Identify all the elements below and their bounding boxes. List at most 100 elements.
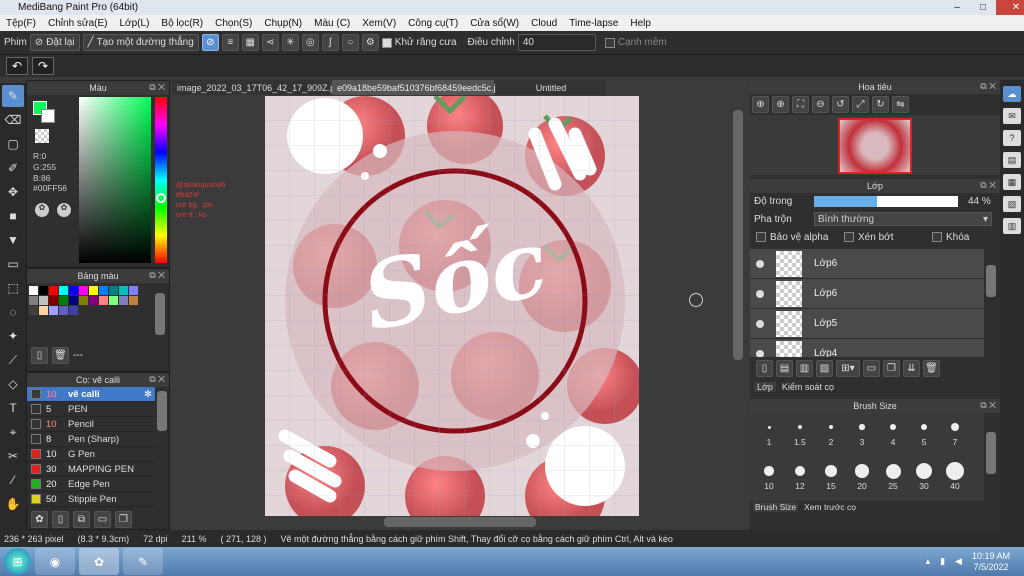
brush-item-pen[interactable]: 5 PEN: [27, 402, 155, 417]
visibility-icon[interactable]: [756, 259, 764, 268]
palette-swatch[interactable]: [49, 296, 58, 305]
lock-checkbox[interactable]: [932, 232, 942, 242]
opacity-slider[interactable]: [814, 196, 958, 207]
rect-tool-icon[interactable]: ▢: [2, 133, 24, 155]
palette-swatch[interactable]: [89, 296, 98, 305]
select-eraser-tool-icon[interactable]: ◇: [2, 373, 24, 395]
palette-swatch[interactable]: [39, 306, 48, 315]
palette-swatch[interactable]: [69, 306, 78, 315]
brush-item-mapping-pen[interactable]: 30 MAPPING PEN: [27, 462, 155, 477]
popout-icon[interactable]: ⧉ ✕: [980, 180, 996, 191]
palette-scrollbar[interactable]: [155, 293, 165, 335]
close-button[interactable]: ✕: [996, 0, 1024, 15]
eyedropper-tool-icon[interactable]: ⁄: [2, 469, 24, 491]
protect-alpha-checkbox[interactable]: [756, 232, 766, 242]
hue-slider[interactable]: [155, 97, 167, 263]
blend-select[interactable]: Bình thường ▾: [814, 212, 992, 226]
ellipse-ruler-icon[interactable]: ○: [341, 34, 359, 51]
brush-size-option[interactable]: 4: [878, 417, 908, 447]
menu-file[interactable]: Tệp(F): [0, 18, 42, 29]
parallel-ruler-icon[interactable]: ≡: [221, 34, 239, 51]
radial-ruler-icon[interactable]: ✳: [281, 34, 299, 51]
brush-size-option[interactable]: 7: [940, 417, 970, 447]
minimize-button[interactable]: –: [944, 0, 970, 15]
palette-swatch[interactable]: [99, 296, 108, 305]
taskbar-chrome[interactable]: ◉: [35, 548, 75, 575]
palette-swatch[interactable]: [69, 296, 78, 305]
layer-row[interactable]: Lớp5: [750, 309, 984, 339]
help-icon[interactable]: ?: [1003, 130, 1021, 146]
palette-swatch[interactable]: [49, 306, 58, 315]
brush-size-option[interactable]: 40: [940, 461, 970, 491]
palette-swatch[interactable]: [99, 286, 108, 295]
brush-new-icon[interactable]: ▯: [52, 511, 69, 528]
palette-swatch[interactable]: [109, 296, 118, 305]
tab-jpg[interactable]: e09a18be59baf510376bf68459eedc5c.jpg: [332, 80, 506, 95]
visibility-icon[interactable]: [756, 349, 764, 357]
brush-item-pencil[interactable]: 10 Pencil: [27, 417, 155, 432]
brush-item-edge-pen[interactable]: 20 Edge Pen: [27, 477, 155, 492]
text-tool-icon[interactable]: T: [2, 397, 24, 419]
palette-swatch[interactable]: [39, 296, 48, 305]
duplicate-layer-icon[interactable]: ❐: [883, 360, 900, 377]
tab-layer[interactable]: Lớp: [754, 382, 776, 392]
popout-icon[interactable]: ⧉ ✕: [980, 400, 996, 411]
rotate-left-icon[interactable]: ↺: [832, 96, 849, 113]
clock[interactable]: 10:19 AM 7/5/2022: [972, 551, 1010, 573]
layer-scrollbar[interactable]: [986, 265, 996, 297]
navigator-preview[interactable]: [750, 115, 1000, 175]
palette-swatch[interactable]: [59, 286, 68, 295]
magic-wand-tool-icon[interactable]: ✦: [2, 325, 24, 347]
popout-icon[interactable]: ⧉ ✕: [149, 270, 165, 281]
brush-item-pen-sharp[interactable]: 8 Pen (Sharp): [27, 432, 155, 447]
ruler-off-icon[interactable]: ⊘: [201, 34, 219, 51]
layer-row[interactable]: Lớp4: [750, 339, 984, 357]
brush-folder-icon[interactable]: ▭: [94, 511, 111, 528]
saturation-value-picker[interactable]: [79, 97, 151, 263]
hand-tool-icon[interactable]: ✋: [2, 493, 24, 515]
menu-cloud[interactable]: Cloud: [525, 18, 563, 29]
flip-icon[interactable]: ⇋: [892, 96, 909, 113]
drawing-canvas[interactable]: Sốc: [265, 96, 639, 516]
hue-handle[interactable]: [156, 193, 166, 203]
brush-size-option[interactable]: 3: [847, 417, 877, 447]
brush-size-option[interactable]: 20: [847, 461, 877, 491]
gradient-tool-icon[interactable]: ▭: [2, 253, 24, 275]
reset-view-icon[interactable]: ⤢: [852, 96, 869, 113]
antialias-checkbox[interactable]: [381, 37, 392, 48]
menu-tools[interactable]: Công cụ(T): [402, 18, 464, 29]
palette-swatch[interactable]: [59, 296, 68, 305]
chat-icon[interactable]: ✉: [1003, 108, 1021, 124]
horizontal-scrollbar[interactable]: [384, 517, 536, 527]
layer-row[interactable]: Lớp6: [750, 279, 984, 309]
tab-brush-preview[interactable]: Xem trước cọ: [804, 502, 856, 512]
move-tool-icon[interactable]: ✥: [2, 181, 24, 203]
operation-tool-icon[interactable]: ⌖: [2, 421, 24, 443]
popout-icon[interactable]: ⧉ ✕: [149, 82, 165, 93]
curve-ruler-icon[interactable]: ∫: [321, 34, 339, 51]
select-pen-tool-icon[interactable]: ⟋: [2, 349, 24, 371]
menu-timelapse[interactable]: Time-lapse: [563, 18, 624, 29]
select-tool-icon[interactable]: ⬚: [2, 277, 24, 299]
menu-color[interactable]: Màu (C): [308, 18, 356, 29]
transparent-swatch[interactable]: [35, 129, 49, 143]
menu-help[interactable]: Help: [624, 18, 657, 29]
palette-swatch[interactable]: [129, 296, 138, 305]
tab-untitled[interactable]: Untitled: [496, 80, 606, 95]
palette-swatch[interactable]: [89, 286, 98, 295]
brush-scrollbar[interactable]: [157, 391, 167, 431]
lasso-tool-icon[interactable]: ◌: [2, 301, 24, 323]
brush-tool-icon[interactable]: ✎: [2, 85, 24, 107]
maximize-button[interactable]: □: [970, 0, 996, 15]
menu-capture[interactable]: Chụp(N): [258, 18, 308, 29]
vertical-scrollbar[interactable]: [733, 110, 743, 360]
tray-arrow-icon[interactable]: ▴: [926, 556, 931, 567]
merge-layer-icon[interactable]: ⇊: [903, 360, 920, 377]
palette-swatch[interactable]: [29, 306, 38, 315]
taskbar-paint[interactable]: ✎: [123, 548, 163, 575]
palette-swatch[interactable]: [29, 296, 38, 305]
menu-view[interactable]: Xem(V): [356, 18, 402, 29]
comment-icon[interactable]: ▤: [1003, 152, 1021, 168]
palette-swatch[interactable]: [49, 286, 58, 295]
perspective-ruler-icon[interactable]: ⋖: [261, 34, 279, 51]
